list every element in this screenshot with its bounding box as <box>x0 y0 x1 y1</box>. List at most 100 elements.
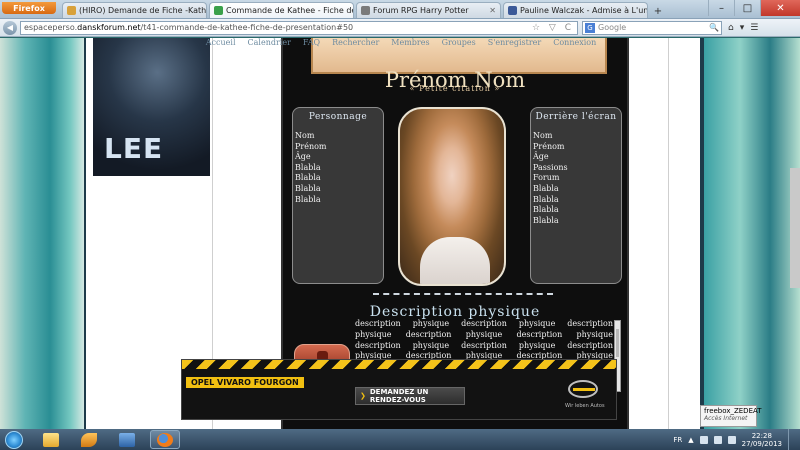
folder-icon <box>43 432 59 447</box>
flag-icon[interactable] <box>699 435 708 444</box>
show-desktop-button[interactable] <box>788 429 796 450</box>
clock[interactable]: 22:28 27/09/2013 <box>742 432 782 448</box>
list-item: Âge <box>533 152 549 162</box>
windows-logo-icon <box>5 430 23 449</box>
list-item: Blabla <box>295 162 321 172</box>
window-controls: – □ ✕ <box>708 0 800 18</box>
network-status: Accès Internet <box>704 415 748 422</box>
nav-link-groupes[interactable]: Groupes <box>442 38 476 52</box>
list-item: Passions <box>533 162 568 172</box>
tab-facebook[interactable]: Pauline Walczak - Admise à L'una :) ✕ <box>503 2 648 18</box>
close-window-button[interactable]: ✕ <box>760 0 800 16</box>
url-controls[interactable]: ☆ ▽ C <box>532 23 574 33</box>
list-item: Prénom <box>533 141 565 151</box>
google-engine-icon[interactable]: G <box>585 22 595 33</box>
plus-icon: + <box>653 5 663 17</box>
forum-favicon-icon <box>67 6 76 15</box>
menu-icon[interactable]: ☰ <box>750 23 758 33</box>
personnage-panel: Personnage Nom Prénom Âge Blabla Blabla … <box>292 107 384 284</box>
derriere-ecran-panel: Derrière l'écran Nom Prénom Âge Passions… <box>530 107 622 284</box>
clock-date: 27/09/2013 <box>741 439 782 448</box>
taskbar-firefox[interactable] <box>150 430 180 449</box>
tab-label: Forum RPG Harry Potter <box>373 6 469 15</box>
content-divider <box>668 38 669 430</box>
panel-heading: Personnage <box>308 112 368 122</box>
windows-taskbar: FR ▲ 22:28 27/09/2013 <box>0 429 800 450</box>
list-item: Prénom <box>295 141 327 151</box>
taskbar-media-app[interactable] <box>74 430 104 449</box>
browser-title-bar: Firefox (HIRO) Demande de Fiche -Kathee-… <box>0 0 800 19</box>
list-item: Blabla <box>533 183 559 193</box>
nav-link-connexion[interactable]: Connexion <box>553 38 596 52</box>
nav-link-faq[interactable]: FAQ <box>303 38 320 52</box>
opel-logo-icon <box>568 380 598 398</box>
nav-link-calendrier[interactable]: Calendrier <box>248 38 291 52</box>
forum-favicon-icon <box>214 6 223 15</box>
tab-commande-kathee[interactable]: Commande de Kathee - Fiche de pré... ✕ <box>209 2 354 18</box>
network-icon[interactable] <box>713 435 722 444</box>
language-indicator[interactable]: FR <box>673 436 682 444</box>
search-icon[interactable]: 🔍 <box>709 23 719 32</box>
panel-list: Nom Prénom Âge Passions Forum Blabla Bla… <box>531 131 621 226</box>
tab-forum-rpg[interactable]: Forum RPG Harry Potter ✕ <box>356 2 501 18</box>
nav-link-enregistrer[interactable]: S'enregistrer <box>488 38 542 52</box>
nav-link-membres[interactable]: Membres <box>391 38 429 52</box>
url-bar[interactable]: espaceperso.danskforum.net/t41-commande-… <box>20 20 578 35</box>
new-tab-button[interactable]: + <box>650 4 666 18</box>
tray-expand-icon[interactable]: ▲ <box>688 436 693 444</box>
ad-tagline: Wir leben Autos <box>565 403 605 409</box>
taskbar-explorer[interactable] <box>36 430 66 449</box>
facebook-favicon-icon <box>508 6 517 15</box>
chevron-right-icon: ❯ <box>360 392 366 400</box>
taskbar-media-player[interactable] <box>112 430 142 449</box>
minimize-button[interactable]: – <box>708 0 734 16</box>
volume-icon[interactable] <box>727 435 736 444</box>
clock-time: 22:28 <box>751 431 772 440</box>
description-heading: Description physique <box>369 304 541 320</box>
navigation-toolbar: ◀ espaceperso.danskforum.net/t41-command… <box>0 19 800 37</box>
nav-link-accueil[interactable]: Accueil <box>206 38 236 52</box>
character-portrait-image <box>398 107 506 286</box>
search-bar[interactable]: G Google 🔍 <box>582 20 722 35</box>
list-item: Forum <box>533 173 560 183</box>
user-avatar-image: LEE <box>93 38 210 176</box>
url-prefix: espaceperso. <box>24 23 78 32</box>
maximize-button[interactable]: □ <box>734 0 760 16</box>
ad-hazard-stripe <box>182 360 616 369</box>
back-button[interactable]: ◀ <box>3 20 17 35</box>
advertisement-banner[interactable]: OPEL VIVARO FOURGON ❯ DEMANDEZ UN RENDEZ-… <box>181 359 617 420</box>
list-item: Nom <box>295 131 315 140</box>
ad-cta-label: DEMANDEZ UN RENDEZ-VOUS <box>369 388 429 404</box>
forum-favicon-icon <box>361 6 370 15</box>
panel-list: Nom Prénom Âge Blabla Blabla Blabla Blab… <box>293 131 383 205</box>
nav-link-rechercher[interactable]: Rechercher <box>332 38 379 52</box>
portrait-dress <box>420 237 490 284</box>
list-item: Blabla <box>295 194 321 204</box>
list-item: Nom <box>533 131 553 140</box>
list-item: Blabla <box>295 173 321 183</box>
dropdown-icon[interactable]: ▾ <box>740 23 745 33</box>
system-tray: FR ▲ 22:28 27/09/2013 <box>673 429 800 450</box>
firefox-icon <box>157 432 173 447</box>
card-subtitle: « Petite citation » <box>409 84 501 93</box>
panel-heading: Derrière l'écran <box>535 112 617 122</box>
url-text: espaceperso.danskforum.net/t41-commande-… <box>24 23 353 32</box>
url-path: /t41-commande-de-kathee-fiche-de-present… <box>140 23 354 32</box>
tab-hiro-demande[interactable]: (HIRO) Demande de Fiche -Kathee- ✕ <box>62 2 207 18</box>
tab-strip: (HIRO) Demande de Fiche -Kathee- ✕ Comma… <box>62 2 666 18</box>
tab-label: Pauline Walczak - Admise à L'una :) <box>520 6 648 15</box>
list-item: Blabla <box>295 183 321 193</box>
close-tab-icon[interactable]: ✕ <box>485 6 496 15</box>
avatar-caption: LEE <box>104 132 164 165</box>
start-button[interactable] <box>0 429 28 450</box>
ad-cta-button[interactable]: ❯ DEMANDEZ UN RENDEZ-VOUS <box>355 387 465 405</box>
home-icon[interactable]: ⌂ <box>728 23 734 33</box>
url-host: danskforum.net <box>77 23 141 32</box>
firefox-menu-button[interactable]: Firefox <box>2 2 56 14</box>
media-app-icon <box>81 432 97 447</box>
forum-navigation: Accueil Calendrier FAQ Rechercher Membre… <box>206 38 596 52</box>
tab-label: (HIRO) Demande de Fiche -Kathee- <box>79 6 207 15</box>
ad-product-label: OPEL VIVARO FOURGON <box>186 377 304 388</box>
list-item: Blabla <box>533 215 559 225</box>
media-player-icon <box>119 432 135 447</box>
